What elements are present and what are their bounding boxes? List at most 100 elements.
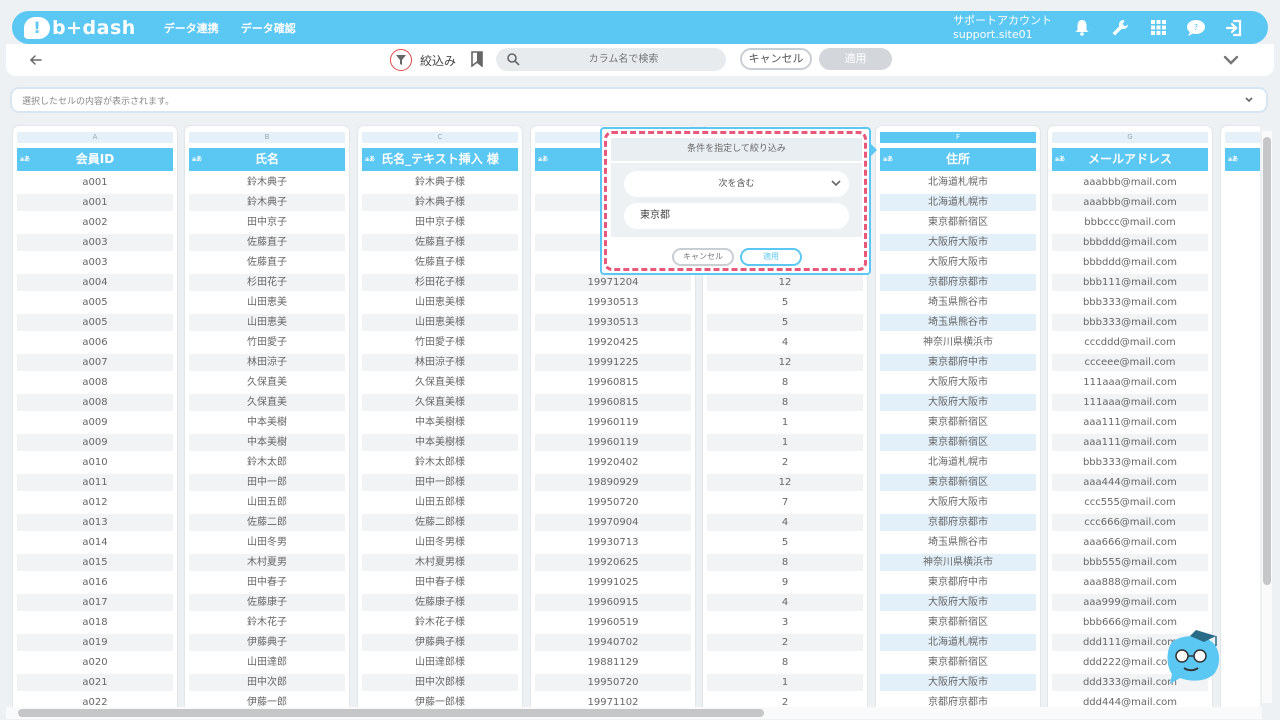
grid-cell[interactable]: 北海道札幌市 <box>880 634 1036 651</box>
grid-cell[interactable]: bbbddd@mail.com <box>1052 234 1208 251</box>
grid-cell[interactable]: 神奈川県横浜市 <box>880 334 1036 351</box>
grid-cell[interactable]: bbbccc@mail.com <box>1052 214 1208 231</box>
bell-icon[interactable] <box>1072 18 1092 38</box>
grid-cell[interactable]: 埼玉県熊谷市 <box>880 294 1036 311</box>
vertical-scroll-thumb[interactable] <box>1263 137 1271 585</box>
grid-cell[interactable]: a016 <box>17 574 173 591</box>
grid-cell[interactable]: bbb555@mail.com <box>1052 554 1208 571</box>
grid-cell[interactable]: 12 <box>707 274 863 291</box>
grid-cell[interactable]: 鈴木花子様 <box>362 614 518 631</box>
logo[interactable]: ! b+dash <box>24 16 136 39</box>
grid-cell[interactable]: 19920402 <box>535 454 691 471</box>
grid-cell[interactable]: 山田達郎 <box>189 654 345 671</box>
grid-cell[interactable]: aaabbb@mail.com <box>1052 194 1208 211</box>
grid-cell[interactable]: 中本美樹 <box>189 414 345 431</box>
grid-cell[interactable]: 東京都新宿区 <box>880 434 1036 451</box>
grid-cell[interactable]: a005 <box>17 294 173 311</box>
grid-cell[interactable]: aaabbb@mail.com <box>1052 174 1208 191</box>
grid-cell[interactable]: 5 <box>707 534 863 551</box>
filter-condition-select[interactable]: 次を含む <box>624 171 849 197</box>
column-header[interactable]: aあ <box>1225 148 1260 171</box>
nav-data-check[interactable]: データ確認 <box>241 20 296 36</box>
grid-cell[interactable]: 北海道札幌市 <box>880 174 1036 191</box>
grid-cell[interactable]: aaa111@mail.com <box>1052 414 1208 431</box>
grid-cell[interactable]: a009 <box>17 414 173 431</box>
grid-cell[interactable]: 佐藤直子様 <box>362 234 518 251</box>
grid-cell[interactable]: aaa444@mail.com <box>1052 474 1208 491</box>
grid-cell[interactable]: 北海道札幌市 <box>880 194 1036 211</box>
grid-cell[interactable]: cccddd@mail.com <box>1052 334 1208 351</box>
grid-cell[interactable]: 19890929 <box>535 474 691 491</box>
column-letter[interactable]: G <box>1052 132 1208 143</box>
grid-cell[interactable]: 山田冬男様 <box>362 534 518 551</box>
column-header[interactable]: aあ メールアドレス <box>1052 148 1208 171</box>
grid-cell[interactable]: 竹田愛子様 <box>362 334 518 351</box>
column-header[interactable]: aあ 会員ID <box>17 148 173 171</box>
filter-label[interactable]: 絞込み <box>420 52 456 69</box>
grid-cell[interactable]: ccc555@mail.com <box>1052 494 1208 511</box>
grid-cell[interactable]: 田中春子 <box>189 574 345 591</box>
grid-cell[interactable]: 4 <box>707 514 863 531</box>
grid-cell[interactable]: 5 <box>707 314 863 331</box>
grid-cell[interactable]: 19970904 <box>535 514 691 531</box>
grid-cell[interactable]: 19971102 <box>535 694 691 707</box>
grid-cell[interactable]: a003 <box>17 254 173 271</box>
grid-cell[interactable]: 19920425 <box>535 334 691 351</box>
grid-cell[interactable]: 山田恵美 <box>189 294 345 311</box>
grid-cell[interactable]: a019 <box>17 634 173 651</box>
grid-cell[interactable]: 1 <box>707 414 863 431</box>
filter-apply-button[interactable]: 適用 <box>740 248 802 266</box>
column-letter[interactable] <box>1225 132 1260 143</box>
grid-cell[interactable]: 山田恵美様 <box>362 314 518 331</box>
grid-cell[interactable]: 111aaa@mail.com <box>1052 394 1208 411</box>
grid-cell[interactable]: 京都府京都市 <box>880 694 1036 707</box>
grid-cell[interactable]: 北海道札幌市 <box>880 454 1036 471</box>
filter-cancel-button[interactable]: キャンセル <box>672 248 734 266</box>
grid-cell[interactable]: 伊藤典子様 <box>362 634 518 651</box>
grid-cell[interactable]: 田中京子様 <box>362 214 518 231</box>
grid-cell[interactable]: ddd444@mail.com <box>1052 694 1208 707</box>
grid-cell[interactable]: 19960119 <box>535 414 691 431</box>
back-arrow-icon[interactable] <box>28 52 44 68</box>
grid-cell[interactable]: 5 <box>707 294 863 311</box>
grid-cell[interactable]: 大阪府大阪市 <box>880 674 1036 691</box>
grid-cell[interactable]: bbb111@mail.com <box>1052 274 1208 291</box>
grid-cell[interactable]: 中本美樹 <box>189 434 345 451</box>
grid-cell[interactable]: a021 <box>17 674 173 691</box>
grid-cell[interactable]: a001 <box>17 174 173 191</box>
grid-cell[interactable]: 2 <box>707 694 863 707</box>
grid-cell[interactable]: 8 <box>707 394 863 411</box>
grid-cell[interactable]: a017 <box>17 594 173 611</box>
grid-cell[interactable]: 佐藤康子様 <box>362 594 518 611</box>
column-header[interactable]: aあ 住所 <box>880 148 1036 171</box>
grid-cell[interactable]: 田中春子様 <box>362 574 518 591</box>
grid-cell[interactable]: 1 <box>707 434 863 451</box>
grid-cell[interactable]: a005 <box>17 314 173 331</box>
grid-cell[interactable]: 鈴木典子 <box>189 174 345 191</box>
grid-cell[interactable]: 大阪府大阪市 <box>880 594 1036 611</box>
grid-cell[interactable]: a020 <box>17 654 173 671</box>
grid-cell[interactable]: 19960815 <box>535 394 691 411</box>
grid-cell[interactable]: 19930513 <box>535 314 691 331</box>
cell-content-preview[interactable]: 選択したセルの内容が表示されます。 <box>10 87 1268 113</box>
mascot-help-icon[interactable] <box>1160 626 1228 692</box>
grid-cell[interactable]: a014 <box>17 534 173 551</box>
grid-cell[interactable]: a015 <box>17 554 173 571</box>
grid-cell[interactable]: 久保直美 <box>189 374 345 391</box>
grid-cell[interactable]: 鈴木典子様 <box>362 194 518 211</box>
grid-cell[interactable]: 19950720 <box>535 494 691 511</box>
grid-icon[interactable] <box>1148 18 1168 38</box>
grid-cell[interactable]: 19960519 <box>535 614 691 631</box>
grid-cell[interactable]: 東京都新宿区 <box>880 654 1036 671</box>
wrench-icon[interactable] <box>1110 18 1130 38</box>
grid-cell[interactable]: bbb333@mail.com <box>1052 314 1208 331</box>
grid-cell[interactable]: a011 <box>17 474 173 491</box>
grid-cell[interactable]: a012 <box>17 494 173 511</box>
grid-cell[interactable]: a003 <box>17 234 173 251</box>
filter-icon[interactable] <box>390 49 412 71</box>
grid-cell[interactable]: a006 <box>17 334 173 351</box>
grid-cell[interactable]: a008 <box>17 394 173 411</box>
grid-cell[interactable]: 伊藤一郎様 <box>362 694 518 707</box>
horizontal-scroll-thumb[interactable] <box>18 709 764 717</box>
grid-cell[interactable]: bbb333@mail.com <box>1052 454 1208 471</box>
